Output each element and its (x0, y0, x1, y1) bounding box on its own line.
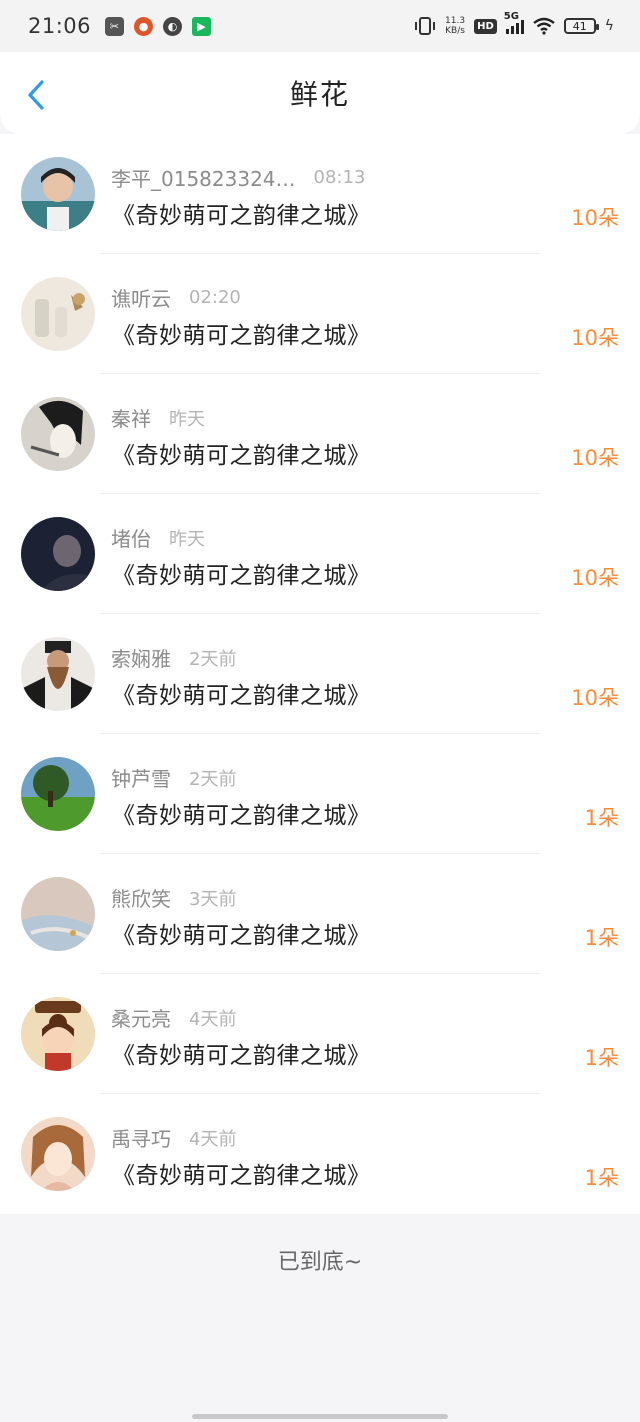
battery-icon: 41 (563, 18, 599, 34)
header: 鲜花 (0, 52, 640, 134)
record-time: 3天前 (189, 888, 237, 910)
user-name: 熊欣笑 (111, 887, 171, 911)
book-title: 《奇妙萌可之韵律之城》 (112, 563, 371, 589)
avatar[interactable] (21, 637, 95, 711)
list-item[interactable]: 谯听云 02:20 《奇妙萌可之韵律之城》 10朵 (0, 254, 640, 374)
record-time: 2天前 (189, 648, 237, 670)
book-title: 《奇妙萌可之韵律之城》 (112, 443, 371, 469)
book-title: 《奇妙萌可之韵律之城》 (112, 203, 371, 229)
status-bar: 21:06 ✂ ● ◐ ▶ 11.3 KB/s HD 5G 41 ϟ (0, 0, 640, 52)
end-of-list-text: 已到底~ (277, 1250, 363, 1275)
app-notification-icon: ▶ (192, 16, 212, 36)
status-right: 11.3 KB/s HD 5G 41 ϟ (414, 11, 614, 36)
flower-amount: 10朵 (571, 566, 619, 590)
record-time: 4天前 (189, 1128, 237, 1150)
name-line: 钟芦雪 2天前 (111, 763, 236, 792)
avatar[interactable] (21, 397, 95, 471)
record-time: 08:13 (313, 167, 366, 188)
book-title: 《奇妙萌可之韵律之城》 (112, 923, 371, 949)
name-line: 禹寻巧 4天前 (111, 1123, 236, 1152)
flower-amount: 1朵 (584, 806, 619, 830)
app-notification-icon: ● (134, 16, 154, 36)
flower-amount: 1朵 (584, 1166, 619, 1190)
status-left: 21:06 ✂ ● ◐ ▶ (28, 14, 212, 38)
avatar[interactable] (21, 517, 95, 591)
flower-amount: 10朵 (571, 686, 619, 710)
vibrate-icon (415, 17, 436, 35)
list-item[interactable]: 钟芦雪 2天前 《奇妙萌可之韵律之城》 1朵 (0, 734, 640, 854)
user-name: 堵佁 (111, 527, 151, 551)
list-item[interactable]: 桑元亮 4天前 《奇妙萌可之韵律之城》 1朵 (0, 974, 640, 1094)
hd-icon: HD (474, 18, 497, 34)
name-line: 熊欣笑 3天前 (111, 883, 236, 912)
record-time: 4天前 (189, 1008, 237, 1030)
user-name: 桑元亮 (111, 1007, 171, 1031)
record-time: 昨天 (169, 408, 205, 430)
list-item[interactable]: 索娴雅 2天前 《奇妙萌可之韵律之城》 10朵 (0, 614, 640, 734)
wifi-icon (533, 17, 555, 35)
app-notification-icon: ✂ (105, 16, 125, 36)
chevron-left-icon (28, 80, 44, 110)
book-title: 《奇妙萌可之韵律之城》 (112, 323, 371, 349)
name-line: 桑元亮 4天前 (111, 1003, 236, 1032)
status-time: 21:06 (28, 14, 92, 38)
network-speed: 11.3 KB/s (445, 16, 465, 36)
list-item[interactable]: 熊欣笑 3天前 《奇妙萌可之韵律之城》 1朵 (0, 854, 640, 974)
back-button[interactable] (22, 78, 50, 112)
name-line: 索娴雅 2天前 (111, 643, 236, 672)
battery-level: 41 (572, 19, 587, 33)
list-item[interactable]: 堵佁 昨天 《奇妙萌可之韵律之城》 10朵 (0, 494, 640, 614)
name-line: 李平_015823324… 08:13 (111, 163, 365, 192)
avatar[interactable] (21, 757, 95, 831)
avatar[interactable] (21, 157, 95, 231)
record-time: 02:20 (189, 287, 241, 308)
home-indicator[interactable] (192, 1414, 448, 1419)
user-name: 李平_015823324… (111, 167, 296, 191)
record-time: 2天前 (189, 768, 237, 790)
charging-icon: ϟ (604, 18, 614, 34)
user-name: 索娴雅 (111, 647, 171, 671)
app-notification-icon: ◐ (163, 16, 183, 36)
network-type: 5G (503, 11, 519, 22)
network-speed-value: 11.3 (445, 16, 466, 26)
user-name: 秦祥 (111, 407, 151, 431)
user-name: 禹寻巧 (111, 1127, 171, 1151)
book-title: 《奇妙萌可之韵律之城》 (112, 683, 371, 709)
flower-amount: 10朵 (571, 206, 619, 230)
avatar[interactable] (21, 877, 95, 951)
list-item[interactable]: 禹寻巧 4天前 《奇妙萌可之韵律之城》 1朵 (0, 1094, 640, 1214)
network-speed-unit: KB/s (445, 26, 465, 36)
name-line: 堵佁 昨天 (111, 523, 205, 552)
flower-amount: 10朵 (571, 326, 619, 350)
page-title: 鲜花 (289, 78, 350, 111)
user-name: 钟芦雪 (111, 767, 171, 791)
list-item[interactable]: 秦祥 昨天 《奇妙萌可之韵律之城》 10朵 (0, 374, 640, 494)
flower-amount: 1朵 (584, 926, 619, 950)
book-title: 《奇妙萌可之韵律之城》 (112, 1163, 371, 1189)
record-time: 昨天 (169, 528, 205, 550)
name-line: 秦祥 昨天 (111, 403, 205, 432)
user-name: 谯听云 (111, 287, 171, 311)
avatar[interactable] (21, 277, 95, 351)
avatar[interactable] (21, 997, 95, 1071)
signal-icon: 5G (504, 11, 524, 34)
flower-amount: 1朵 (584, 1046, 619, 1070)
book-title: 《奇妙萌可之韵律之城》 (112, 803, 371, 829)
book-title: 《奇妙萌可之韵律之城》 (112, 1043, 371, 1069)
flower-amount: 10朵 (571, 446, 619, 470)
name-line: 谯听云 02:20 (111, 283, 241, 312)
list-item[interactable]: 李平_015823324… 08:13 《奇妙萌可之韵律之城》 10朵 (0, 134, 640, 254)
avatar[interactable] (21, 1117, 95, 1191)
flower-record-list: 李平_015823324… 08:13 《奇妙萌可之韵律之城》 10朵 谯听云 … (0, 134, 640, 1214)
